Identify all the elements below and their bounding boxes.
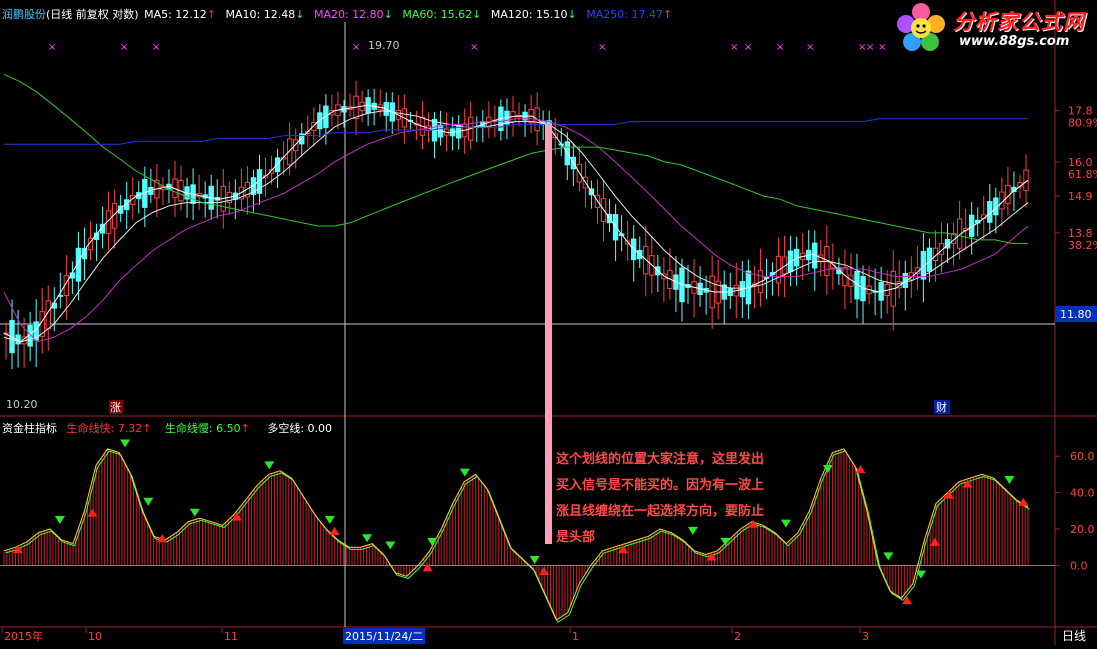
indicator-tick-label: 20.0 bbox=[1070, 523, 1095, 536]
event-right-label: 财 bbox=[936, 400, 947, 414]
cursor-price-value: 11.80 bbox=[1060, 308, 1092, 321]
signal-x-marker: × bbox=[352, 42, 360, 53]
bull-bear-label: 多空线: 0.00 bbox=[267, 422, 333, 435]
time-tick-label: 11 bbox=[224, 630, 238, 643]
chart-mode: (日线 前复权 对数) bbox=[46, 8, 139, 21]
low-annotation: 10.20 bbox=[6, 398, 38, 411]
signal-x-marker: × bbox=[598, 42, 606, 53]
signal-x-marker: × bbox=[878, 42, 886, 53]
price-pct-label: 80.9% bbox=[1068, 117, 1097, 130]
price-pct-label: 61.8% bbox=[1068, 168, 1097, 181]
cursor-date-value: 2015/11/24/二 bbox=[345, 630, 423, 643]
note-line: 是头部 bbox=[556, 530, 596, 545]
signal-x-marker: × bbox=[866, 42, 874, 53]
indicator-tick-label: 60.0 bbox=[1070, 450, 1095, 463]
time-tick-label: 2 bbox=[734, 630, 741, 643]
signal-x-marker: × bbox=[776, 42, 784, 53]
ma20-legend: MA20: 12.80↓ bbox=[313, 8, 393, 21]
fast-line-label: 生命线快: 7.32↑ bbox=[66, 422, 152, 435]
indicator-tick-label: 0.0 bbox=[1070, 559, 1088, 572]
price-tick-label: 14.9 bbox=[1068, 190, 1093, 203]
indicator-legend: 资金柱指标 生命线快: 7.32↑ 生命线慢: 6.50↑ 多空线: 0.00 bbox=[2, 420, 332, 436]
price-pct-label: 38.2% bbox=[1068, 239, 1097, 252]
annotation-note: 这个划线的位置大家注意，这里发出 买入信号是不能买的。因为有一波上 涨且线缠绕在… bbox=[556, 447, 786, 551]
watermark-url: www.88gs.com bbox=[959, 34, 1070, 49]
note-line: 这个划线的位置大家注意，这里发出 bbox=[556, 452, 765, 467]
signal-x-marker: × bbox=[48, 42, 56, 53]
ma250-legend: MA250: 17.47↑ bbox=[586, 8, 673, 21]
ma120-legend: MA120: 15.10↓ bbox=[490, 8, 577, 21]
high-annotation: 19.70 bbox=[368, 39, 400, 52]
stock-chart-window: ×××××××××××××× 17.880.9%16.061.8%14.913.… bbox=[0, 0, 1097, 645]
signal-x-marker: × bbox=[730, 42, 738, 53]
signal-x-marker: × bbox=[470, 42, 478, 53]
watermark-logo: 分析家公式网 www.88gs.com bbox=[893, 0, 1093, 56]
slow-line-label: 生命线慢: 6.50↑ bbox=[164, 422, 250, 435]
signal-x-marker: × bbox=[152, 42, 160, 53]
stock-name[interactable]: 润鹏股份 bbox=[2, 8, 46, 21]
flower-logo-icon bbox=[897, 3, 945, 51]
watermark-title: 分析家公式网 bbox=[953, 10, 1085, 34]
time-tick-label: 10 bbox=[88, 630, 102, 643]
time-tick-label: 1 bbox=[572, 630, 579, 643]
header-legend: 润鹏股份(日线 前复权 对数) MA5: 12.12↑ MA10: 12.48↓… bbox=[2, 6, 672, 22]
ma5-legend: MA5: 12.12↑ bbox=[144, 8, 217, 21]
ma60-legend: MA60: 15.62↓ bbox=[402, 8, 482, 21]
ma10-legend: MA10: 12.48↓ bbox=[225, 8, 305, 21]
signal-x-marker: × bbox=[806, 42, 814, 53]
period-label[interactable]: 日线 bbox=[1062, 629, 1086, 643]
signal-x-marker: × bbox=[744, 42, 752, 53]
time-tick-label: 2015年 bbox=[4, 629, 43, 643]
indicator-tick-label: 40.0 bbox=[1070, 487, 1095, 500]
event-left-label: 涨 bbox=[110, 401, 121, 414]
marker-line bbox=[545, 124, 552, 544]
indicator-name[interactable]: 资金柱指标 bbox=[2, 422, 57, 435]
note-line: 涨且线缠绕在一起选择方向，要防止 bbox=[556, 504, 765, 519]
candle-body bbox=[293, 139, 299, 152]
signal-x-marker: × bbox=[120, 42, 128, 53]
chart-canvas[interactable]: ×××××××××××××× 17.880.9%16.061.8%14.913.… bbox=[0, 0, 1097, 645]
time-tick-label: 3 bbox=[862, 630, 869, 643]
note-line: 买入信号是不能买的。因为有一波上 bbox=[556, 478, 765, 493]
